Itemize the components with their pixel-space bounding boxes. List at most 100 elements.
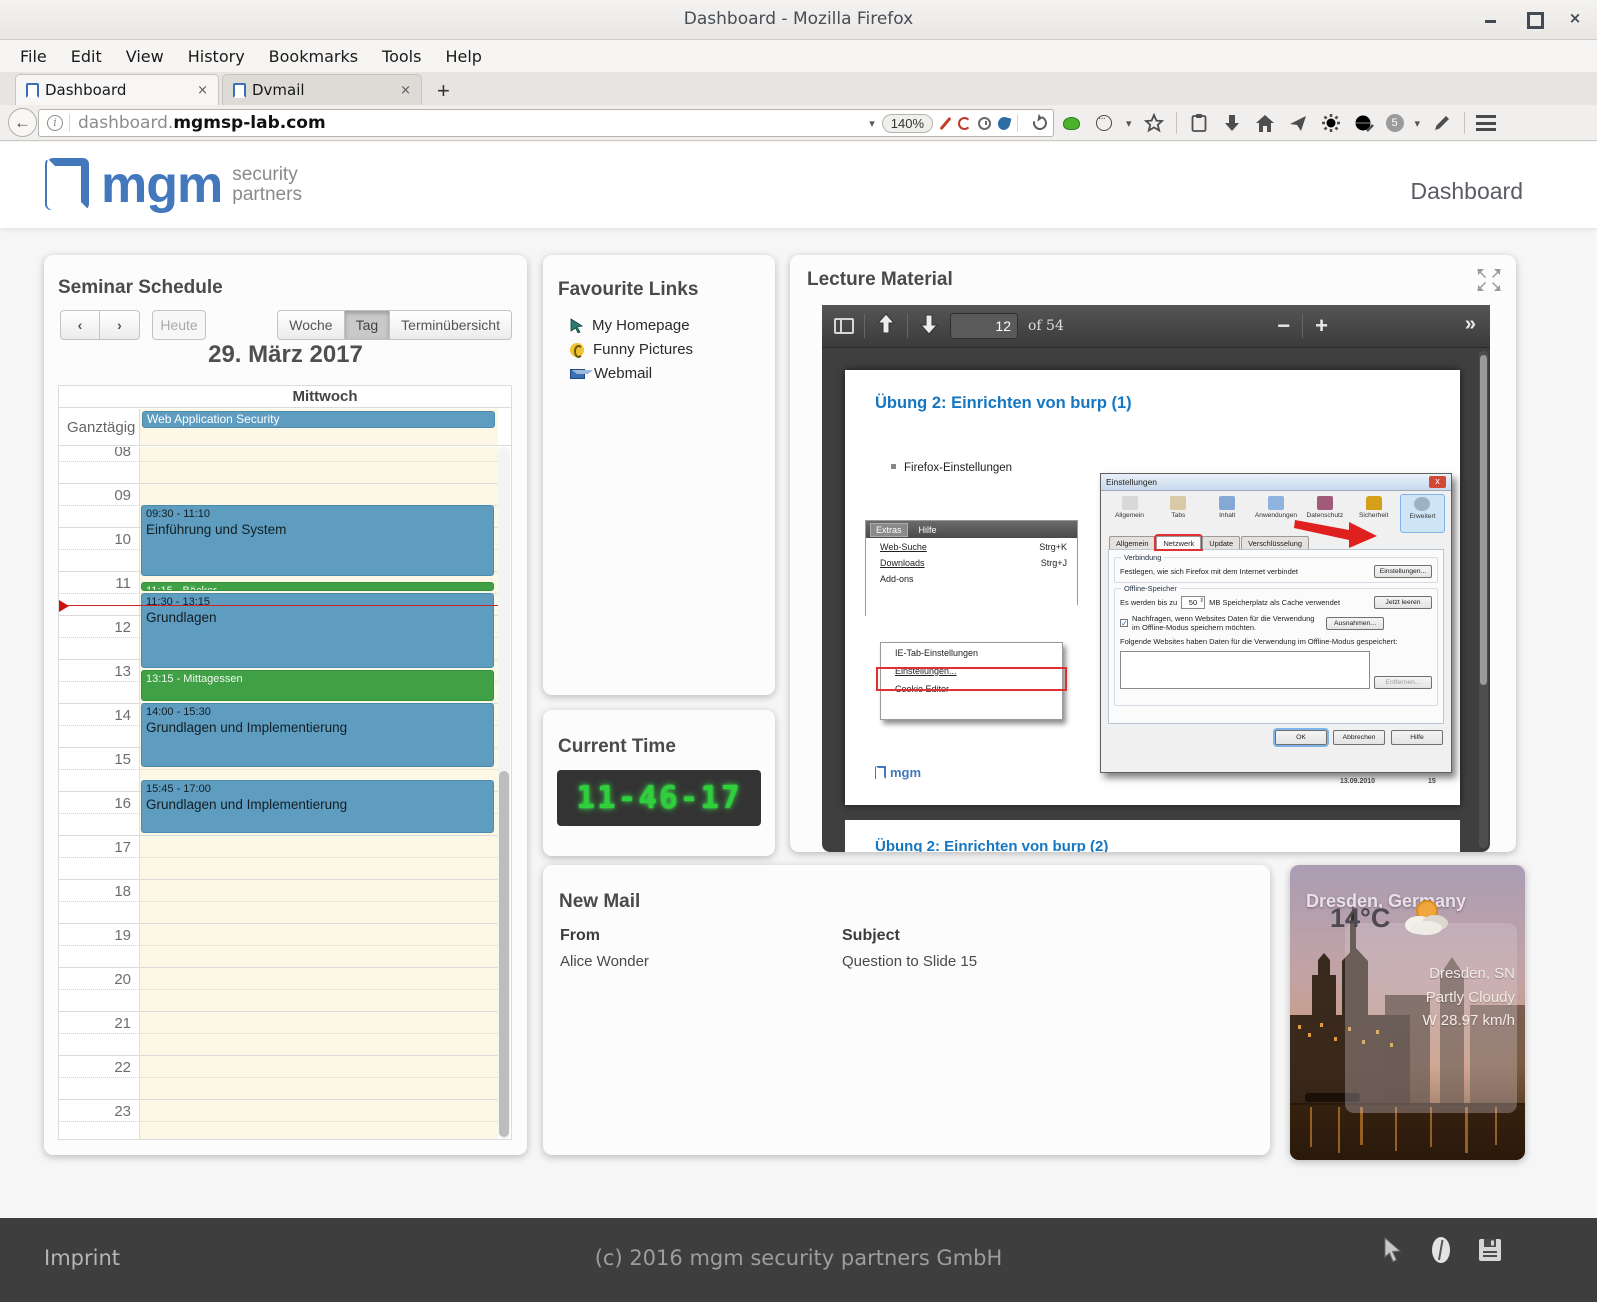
view-overview-button[interactable]: Terminübersicht [390,310,512,340]
view-day-button[interactable]: Tag [345,310,391,340]
calendar-hour-row[interactable]: 23 [59,1099,498,1139]
close-button[interactable]: × [1567,10,1583,26]
calendar-prev-button[interactable]: ‹ [60,310,100,340]
menu-view[interactable]: View [116,43,174,70]
calendar-event[interactable]: 13:15 - Mittagessen [141,670,494,701]
pdf-scrollbar[interactable] [1479,351,1488,848]
tab-count-badge[interactable]: 5 [1386,114,1404,132]
divider [1464,112,1465,134]
chevron-down-icon[interactable]: ▾ [1126,117,1132,130]
calendar-hour-row[interactable]: 21 [59,1011,498,1055]
bookmark-star-icon[interactable] [1143,112,1165,134]
menu-history[interactable]: History [178,43,255,70]
webmail-icon [570,369,585,379]
new-mail-panel: New Mail From Subject Alice Wonder Quest… [543,865,1270,1155]
mail-from-value[interactable]: Alice Wonder [560,953,649,970]
hour-label: 19 [61,927,131,944]
calendar-hour-row[interactable]: 22 [59,1055,498,1099]
lecture-title: Lecture Material [807,269,953,291]
chevron-down-icon[interactable]: ▾ [1415,117,1421,130]
calendar-hour-row[interactable]: 17 [59,835,498,879]
menu-hamburger-icon[interactable] [1476,115,1496,131]
tab-close-icon[interactable]: × [390,83,411,98]
hour-label: 10 [61,531,131,548]
mail-subject-value[interactable]: Question to Slide 15 [842,953,977,970]
minimize-button[interactable] [1483,10,1499,26]
mgm-logo[interactable]: mgm securitypartners [45,158,302,212]
menu-file[interactable]: File [10,43,57,70]
settings-gear-icon[interactable] [1320,112,1342,134]
screen: Dashboard - Mozilla Firefox × File Edit … [0,0,1597,1302]
navigation-toolbar: ← i dashboard.mgmsp-lab.com ▾ 140% ▾ [0,105,1597,141]
calendar-grid[interactable]: 0809101112131415161718192021222309:30 - … [59,447,498,1139]
red-arrow-annotation [1293,516,1379,552]
url-bar[interactable]: i dashboard.mgmsp-lab.com ▾ 140% [38,109,1054,137]
menu-edit[interactable]: Edit [61,43,112,70]
fullscreen-expand-icon[interactable] [1476,267,1502,298]
view-week-button[interactable]: Woche [277,310,344,340]
divider [1017,114,1018,132]
calendar-event[interactable]: 14:00 - 15:30Grundlagen und Implementier… [141,703,494,767]
globe-edit-icon[interactable] [1353,112,1375,134]
pdf-zoom-out-icon[interactable]: − [1277,316,1290,336]
home-icon[interactable] [1254,112,1276,134]
hour-label: 22 [61,1059,131,1076]
calendar-hour-row[interactable]: 20 [59,967,498,1011]
new-tab-button[interactable]: + [437,78,450,104]
menu-bookmarks[interactable]: Bookmarks [259,43,368,70]
allday-label: Ganztägig [67,419,135,436]
tab-close-icon[interactable]: × [187,83,208,98]
calendar-event-allday[interactable]: Web Application Security [142,411,495,428]
hour-label: 23 [61,1103,131,1120]
link-funny-pictures[interactable]: Funny Pictures [570,341,693,358]
back-button[interactable]: ← [8,108,37,137]
tab-dvmail[interactable]: Dvmail × [222,74,422,105]
turtle-addon-icon[interactable] [1063,117,1080,130]
calendar-allday-row: Ganztägig Web Application Security [59,409,511,446]
calendar-next-button[interactable]: › [100,310,140,340]
pdf-more-tools-icon[interactable]: » [1465,313,1476,336]
calendar-today-button[interactable]: Heute [152,310,206,340]
link-label: Funny Pictures [593,341,693,358]
calendar-hour-row[interactable]: 08 [59,447,498,483]
hour-label: 15 [61,751,131,768]
reload-icon[interactable] [1030,113,1049,132]
downloads-icon[interactable] [1221,112,1243,134]
site-info-icon[interactable]: i [47,115,63,131]
pdf-page-up-icon[interactable] [875,312,897,341]
slide-date: 13.09.2010 [1340,778,1375,785]
link-webmail[interactable]: Webmail [570,365,652,382]
menu-tools[interactable]: Tools [372,43,431,70]
calendar-hour-row[interactable]: 18 [59,879,498,923]
hour-label: 08 [61,447,131,460]
calendar-scrollbar[interactable] [498,447,510,1139]
url-text[interactable]: dashboard.mgmsp-lab.com [78,113,326,133]
pdf-sidebar-toggle-icon[interactable] [834,318,854,334]
maximize-button[interactable] [1525,10,1541,26]
addon-swirl-icon[interactable] [958,117,971,130]
mail-from-label: From [560,927,600,945]
logo-text: mgm [101,162,222,208]
addon-pen-icon[interactable] [940,116,952,129]
calendar-event[interactable]: 15:45 - 17:00Grundlagen und Implementier… [141,780,494,833]
pdf-zoom-in-icon[interactable]: + [1315,316,1328,336]
pdf-page-down-icon[interactable] [918,312,940,341]
addon-flame-icon[interactable] [997,115,1012,131]
pdf-toolbar: of 54 − + » [822,305,1490,348]
hour-label: 20 [61,971,131,988]
addon-clock-icon[interactable] [978,117,991,130]
send-icon[interactable] [1287,112,1309,134]
clipboard-icon[interactable] [1188,112,1210,134]
divider [1176,112,1177,134]
link-my-homepage[interactable]: My Homepage [570,317,690,334]
cookie-addon-icon[interactable] [1096,115,1112,131]
pdf-page-input[interactable] [950,313,1018,339]
calendar-hour-row[interactable]: 19 [59,923,498,967]
zoom-level-badge[interactable]: 140% [882,114,933,133]
calendar-event[interactable]: 09:30 - 11:10Einführung und System [141,505,494,576]
calendar-event[interactable]: 11:15 - Bäcker [141,582,494,591]
urlbar-dropdown-icon[interactable]: ▾ [869,117,875,130]
pencil-icon[interactable] [1431,112,1453,134]
tab-dashboard[interactable]: Dashboard × [15,74,219,105]
menu-help[interactable]: Help [435,43,491,70]
